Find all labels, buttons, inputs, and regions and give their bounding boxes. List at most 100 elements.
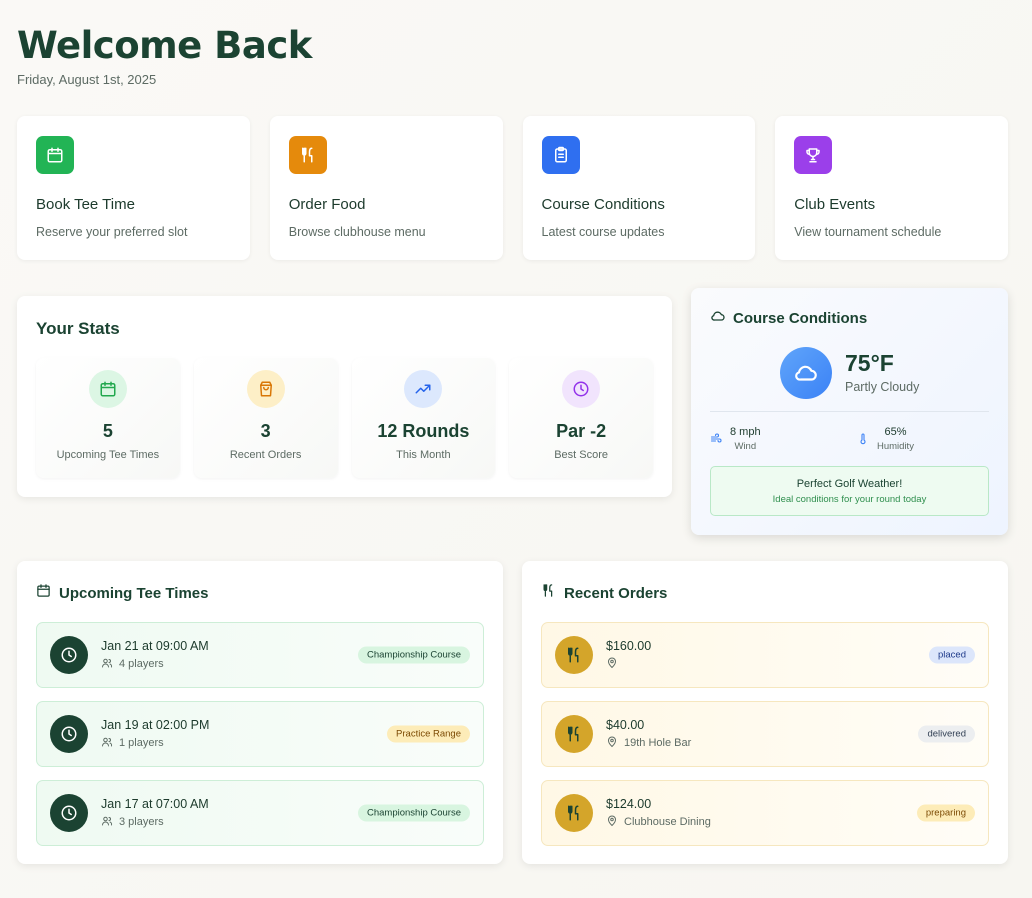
tee-time-row[interactable]: Jan 17 at 07:00 AM 3 players Championshi… (36, 780, 484, 846)
thermometer-icon (857, 432, 869, 450)
shopping-bag-icon (246, 370, 285, 408)
panel-header: Recent Orders (541, 583, 667, 603)
current-date: Friday, August 1st, 2025 (17, 72, 157, 87)
calendar-icon (36, 583, 51, 603)
order-status-badge: placed (929, 646, 975, 664)
map-pin-icon (606, 815, 618, 830)
course-conditions-card[interactable]: Course Conditions Latest course updates (522, 116, 756, 260)
wind-metric: 8 mph Wind (710, 426, 761, 452)
your-stats-card: Your Stats 5 Upcoming Tee Times 3 Recent… (17, 296, 672, 497)
weather-banner: Perfect Golf Weather! Ideal conditions f… (710, 466, 989, 516)
order-status-badge: delivered (918, 725, 975, 743)
course-conditions-widget: Course Conditions 75°F Partly Cloudy 8 m… (691, 288, 1008, 535)
banner-subtitle: Ideal conditions for your round today (772, 493, 927, 505)
panel-header: Upcoming Tee Times (36, 583, 208, 603)
quick-actions: Book Tee Time Reserve your preferred slo… (17, 116, 1008, 260)
player-count: 3 players (119, 816, 164, 828)
users-icon (101, 736, 113, 751)
qa-desc: Latest course updates (541, 225, 665, 239)
player-count: 4 players (119, 658, 164, 670)
stat-value: Par -2 (556, 421, 607, 441)
upcoming-tee-times-panel: Upcoming Tee Times Jan 21 at 09:00 AM 4 … (17, 561, 503, 864)
order-amount: $40.00 (606, 717, 645, 732)
clipboard-icon (541, 136, 580, 174)
stat-recent-orders: 3 Recent Orders (193, 358, 338, 478)
clock-icon (50, 794, 88, 832)
qa-title: Order Food (288, 196, 366, 213)
tee-time-when: Jan 17 at 07:00 AM (101, 796, 209, 811)
clock-icon (562, 370, 601, 408)
qa-title: Course Conditions (541, 196, 665, 213)
humidity-metric: 65% Humidity (857, 426, 914, 452)
divider (710, 411, 989, 412)
cloud-icon (710, 308, 726, 329)
conditions-heading: Course Conditions (733, 310, 868, 327)
qa-desc: Reserve your preferred slot (36, 225, 188, 239)
utensils-icon (555, 715, 593, 753)
banner-title: Perfect Golf Weather! (796, 477, 903, 490)
order-status-badge: preparing (916, 804, 975, 822)
cloud-icon (780, 347, 832, 399)
tee-time-when: Jan 21 at 09:00 AM (101, 638, 209, 653)
player-count: 1 players (119, 737, 164, 749)
utensils-icon (555, 636, 593, 674)
order-amount: $160.00 (606, 638, 652, 653)
order-row[interactable]: $124.00 Clubhouse Dining preparing (541, 780, 989, 846)
stat-best-score: Par -2 Best Score (509, 358, 653, 478)
order-location: Clubhouse Dining (624, 816, 711, 828)
calendar-icon (36, 136, 74, 174)
course-badge: Championship Course (358, 804, 470, 822)
stat-value: 3 (260, 421, 271, 441)
utensils-icon (555, 794, 593, 832)
club-events-card[interactable]: Club Events View tournament schedule (775, 116, 1008, 260)
stats-grid: 5 Upcoming Tee Times 3 Recent Orders 12 … (36, 358, 653, 478)
users-icon (101, 815, 113, 830)
humidity-label: Humidity (877, 441, 914, 452)
wind-value: 8 mph (730, 426, 761, 438)
conditions-header: Course Conditions (710, 308, 867, 329)
course-badge: Championship Course (358, 646, 470, 664)
utensils-icon (541, 583, 556, 603)
trending-up-icon (404, 370, 443, 408)
order-list: $160.00 placed $40.00 19th Hole Bar deli… (541, 622, 989, 859)
order-amount: $124.00 (606, 796, 652, 811)
sky-condition: Partly Cloudy (845, 380, 920, 394)
clock-icon (50, 715, 88, 753)
wind-label: Wind (734, 441, 757, 452)
book-tee-time-card[interactable]: Book Tee Time Reserve your preferred slo… (17, 116, 250, 260)
stat-upcoming-tee-times: 5 Upcoming Tee Times (36, 358, 180, 478)
qa-desc: Browse clubhouse menu (288, 225, 426, 239)
stat-label: Upcoming Tee Times (56, 449, 160, 461)
calendar-icon (88, 370, 127, 408)
temperature: 75°F (845, 350, 894, 376)
stats-heading: Your Stats (36, 319, 120, 338)
stat-label: Best Score (554, 449, 609, 461)
order-food-card[interactable]: Order Food Browse clubhouse menu (269, 116, 503, 260)
tee-time-row[interactable]: Jan 19 at 02:00 PM 1 players Practice Ra… (36, 701, 484, 767)
course-badge: Practice Range (387, 725, 470, 743)
panel-heading: Recent Orders (564, 584, 668, 602)
tee-time-when: Jan 19 at 02:00 PM (101, 717, 210, 732)
qa-title: Club Events (794, 196, 876, 213)
trophy-icon (794, 136, 833, 174)
humidity-value: 65% (884, 426, 907, 438)
stat-label: This Month (396, 449, 451, 461)
stat-rounds: 12 Rounds This Month (351, 358, 496, 478)
stat-label: Recent Orders (229, 449, 302, 461)
page-title: Welcome Back (17, 24, 312, 67)
map-pin-icon (606, 657, 618, 672)
tee-time-row[interactable]: Jan 21 at 09:00 AM 4 players Championshi… (36, 622, 484, 688)
wind-icon (710, 432, 722, 450)
order-row[interactable]: $40.00 19th Hole Bar delivered (541, 701, 989, 767)
panel-heading: Upcoming Tee Times (59, 584, 209, 602)
stat-value: 5 (102, 421, 113, 441)
tee-time-list: Jan 21 at 09:00 AM 4 players Championshi… (36, 622, 484, 859)
stat-value: 12 Rounds (377, 421, 470, 441)
recent-orders-panel: Recent Orders $160.00 placed $40.00 19th… (522, 561, 1008, 864)
order-location: 19th Hole Bar (624, 737, 692, 749)
qa-desc: View tournament schedule (794, 225, 942, 239)
clock-icon (50, 636, 88, 674)
order-row[interactable]: $160.00 placed (541, 622, 989, 688)
qa-title: Book Tee Time (36, 196, 135, 213)
users-icon (101, 657, 113, 672)
